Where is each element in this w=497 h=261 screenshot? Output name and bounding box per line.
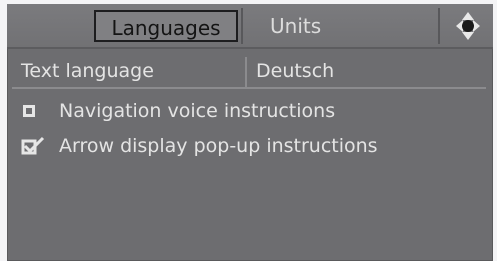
checkbox-checked-icon[interactable] [20,136,46,156]
arrow-display-popup-label: Arrow display pop-up instructions [59,135,378,157]
text-language-label: Text language [21,60,154,82]
settings-screen: Languages Units Text language Deutsch Na… [7,4,493,261]
row-divider [245,57,247,87]
text-language-value[interactable]: Deutsch [256,55,334,87]
tab-units[interactable]: Units [244,10,434,42]
tab-bar: Languages Units [7,4,493,49]
navigation-controller-icon[interactable] [448,8,488,44]
arrow-display-popup-option[interactable]: Arrow display pop-up instructions [7,131,477,161]
tab-units-label: Units [270,14,322,38]
navigation-voice-instructions-label: Navigation voice instructions [59,100,336,122]
tab-languages-label: Languages [111,16,221,40]
text-language-row[interactable]: Text language Deutsch [12,55,486,89]
navigation-voice-instructions-option[interactable]: Navigation voice instructions [7,96,477,126]
tab-languages[interactable]: Languages [94,10,238,42]
tab-separator [241,8,243,44]
tab-separator [438,8,440,44]
settings-body: Text language Deutsch Navigation voice i… [7,49,493,261]
checkbox-empty-icon[interactable] [23,105,35,117]
